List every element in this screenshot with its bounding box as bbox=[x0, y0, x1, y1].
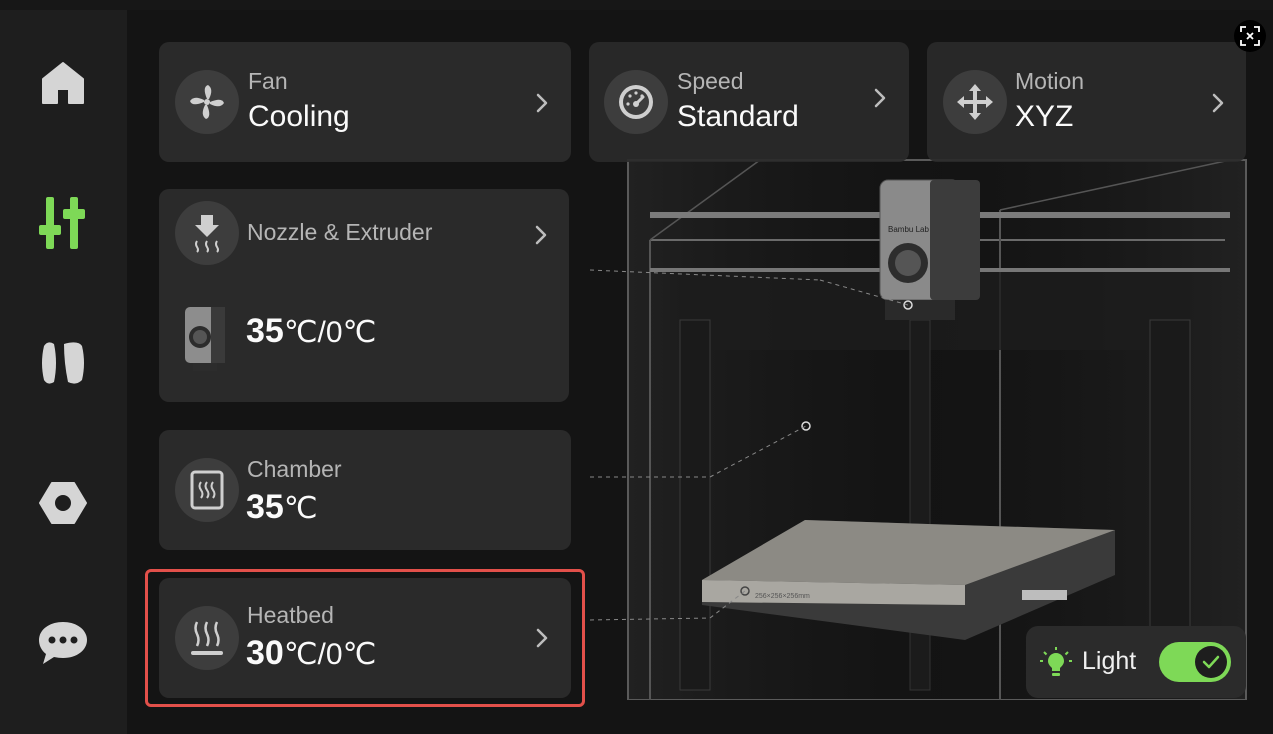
extruder-heat-icon bbox=[195, 215, 219, 253]
fan-icon-circle bbox=[175, 70, 239, 134]
motion-card[interactable]: Motion XYZ bbox=[927, 42, 1246, 162]
hex-nut-icon bbox=[39, 482, 87, 524]
chamber-label: Chamber bbox=[247, 456, 342, 482]
checkmark-icon bbox=[1202, 655, 1220, 669]
light-toggle[interactable] bbox=[1159, 642, 1231, 682]
nozzle-icon-circle bbox=[175, 201, 239, 265]
fan-mode-value: Cooling bbox=[248, 100, 350, 133]
heatbed-card[interactable]: Heatbed 30℃/0℃ bbox=[159, 578, 571, 698]
chevron-right-icon bbox=[535, 225, 547, 245]
chat-bubble-icon bbox=[39, 622, 87, 664]
nozzle-target-unit: ℃ bbox=[342, 316, 377, 349]
sidebar-item-messages[interactable] bbox=[28, 608, 98, 678]
motion-label: Motion bbox=[1015, 68, 1085, 94]
sidebar-item-filament[interactable] bbox=[28, 328, 98, 398]
speed-icon-circle bbox=[604, 70, 668, 134]
chevron-right-icon bbox=[874, 88, 886, 108]
nozzle-temperature: 35℃/0℃ bbox=[246, 312, 376, 351]
chamber-temperature: 35℃ bbox=[246, 488, 318, 527]
printer-illustration: Bambu Lab 256×256×256mm bbox=[590, 159, 1247, 700]
nozzle-temp-separator: / bbox=[317, 316, 326, 349]
heatbed-current-temp: 30 bbox=[246, 634, 284, 672]
nozzle-current-temp: 35 bbox=[246, 312, 284, 350]
sidebar bbox=[0, 10, 127, 734]
filament-spool-icon bbox=[42, 342, 84, 384]
motion-mode-value: XYZ bbox=[1015, 100, 1074, 133]
heatbed-icon bbox=[191, 621, 223, 655]
fan-icon bbox=[190, 85, 224, 119]
heatbed-target-temp: 0 bbox=[325, 638, 343, 671]
lightbulb-icon bbox=[1040, 647, 1072, 676]
chamber-temp-unit: ℃ bbox=[283, 492, 318, 525]
screen-capture-button[interactable] bbox=[1234, 20, 1266, 52]
plate-label: 256×256×256mm bbox=[755, 593, 810, 600]
light-label: Light bbox=[1082, 647, 1137, 675]
sliders-icon bbox=[39, 197, 85, 249]
fan-label: Fan bbox=[248, 68, 288, 94]
chamber-current-temp: 35 bbox=[246, 488, 284, 526]
speed-mode-value: Standard bbox=[677, 100, 799, 133]
home-icon bbox=[42, 62, 84, 104]
heatbed-temp-unit: ℃ bbox=[283, 638, 318, 671]
sidebar-item-home[interactable] bbox=[28, 48, 98, 118]
heatbed-icon-circle bbox=[175, 606, 239, 670]
chamber-icon-circle bbox=[175, 458, 239, 522]
toggle-knob bbox=[1195, 646, 1227, 678]
chevron-right-icon bbox=[1212, 93, 1224, 113]
fan-card[interactable]: Fan Cooling bbox=[159, 42, 571, 162]
heatbed-temperature: 30℃/0℃ bbox=[246, 634, 376, 673]
nozzle-label: Nozzle & Extruder bbox=[247, 219, 433, 245]
chamber-heat-icon bbox=[190, 470, 224, 510]
speedometer-icon bbox=[619, 85, 653, 119]
motion-icon-circle bbox=[943, 70, 1007, 134]
printer-brand: Bambu Lab bbox=[888, 225, 929, 234]
chevron-right-icon bbox=[536, 93, 548, 113]
light-control: Light bbox=[1026, 626, 1246, 698]
speed-card[interactable]: Speed Standard bbox=[589, 42, 909, 162]
nozzle-card[interactable]: Nozzle & Extruder 35℃/0℃ bbox=[159, 189, 569, 402]
chevron-right-icon bbox=[536, 628, 548, 648]
move-arrows-icon bbox=[957, 84, 993, 120]
sidebar-item-control[interactable] bbox=[28, 188, 98, 258]
nozzle-temp-unit: ℃ bbox=[283, 316, 318, 349]
heatbed-label: Heatbed bbox=[247, 602, 334, 628]
sidebar-item-settings[interactable] bbox=[28, 468, 98, 538]
screen-capture-icon bbox=[1240, 26, 1260, 46]
toolhead-thumbnail bbox=[185, 307, 225, 371]
heatbed-target-unit: ℃ bbox=[342, 638, 377, 671]
chamber-card[interactable]: Chamber 35℃ bbox=[159, 430, 571, 550]
heatbed-temp-separator: / bbox=[317, 638, 326, 671]
nozzle-target-temp: 0 bbox=[325, 316, 343, 349]
speed-label: Speed bbox=[677, 68, 744, 94]
